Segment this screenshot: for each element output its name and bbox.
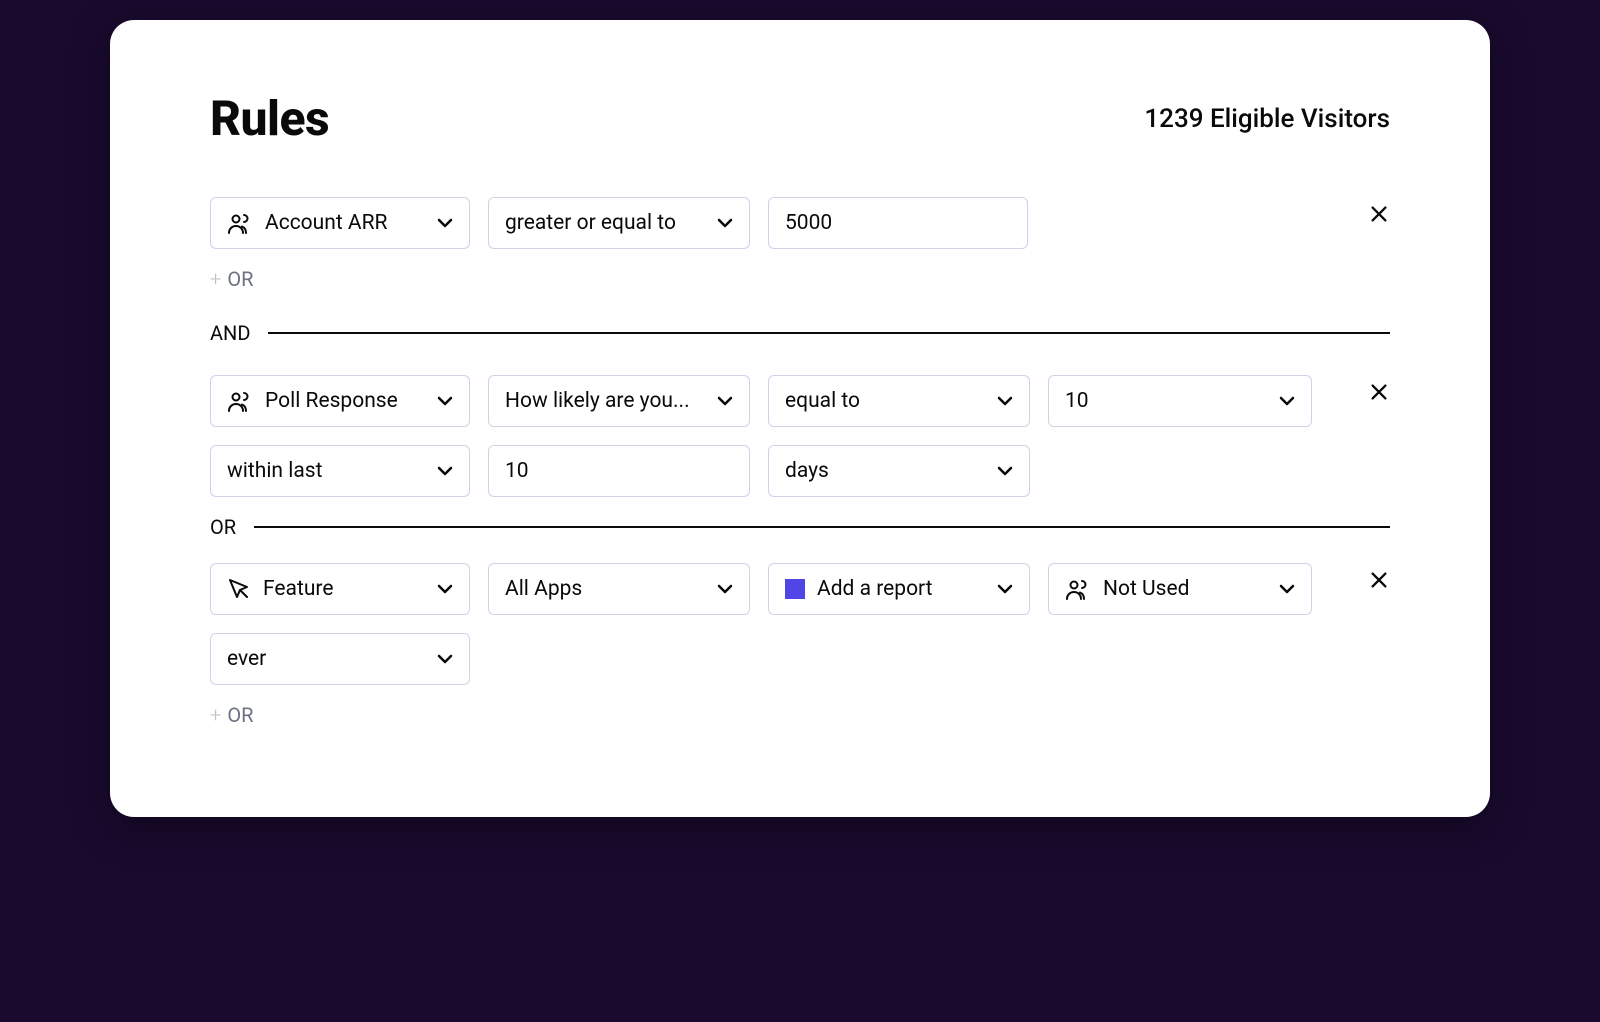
time-unit-selector[interactable]: days	[768, 445, 1030, 497]
operator-selector[interactable]: equal to	[768, 375, 1030, 427]
field-selector[interactable]: Poll Response	[210, 375, 470, 427]
field-label: Feature	[263, 577, 425, 601]
and-label: AND	[210, 321, 250, 345]
remove-rule-button[interactable]	[1368, 203, 1390, 225]
time-value-label: 10	[505, 459, 733, 483]
feature-label: Add a report	[817, 577, 985, 601]
rules-card: Rules 1239 Eligible Visitors Account ARR…	[110, 20, 1490, 817]
remove-rule-button[interactable]	[1368, 569, 1390, 591]
chevron-down-icon	[997, 466, 1013, 476]
or-label: OR	[210, 515, 236, 539]
status-label: Not Used	[1103, 577, 1267, 601]
rule-group-1: Account ARR greater or equal to 5000 + O…	[210, 197, 1390, 291]
divider-line	[254, 526, 1390, 528]
time-op-label: within last	[227, 459, 425, 483]
close-icon	[1368, 381, 1390, 403]
chevron-down-icon	[437, 654, 453, 664]
chevron-down-icon	[997, 584, 1013, 594]
time-operator-selector[interactable]: within last	[210, 445, 470, 497]
rule-row: Feature All Apps Add a report	[210, 563, 1390, 615]
time-op-label: ever	[227, 647, 425, 671]
rule-row: ever	[210, 633, 1390, 685]
time-value-input[interactable]: 10	[488, 445, 750, 497]
value-label: 5000	[785, 211, 1011, 235]
operator-label: greater or equal to	[505, 211, 705, 235]
chevron-down-icon	[437, 584, 453, 594]
visitors-count: 1239 Eligible Visitors	[1144, 104, 1390, 134]
chevron-down-icon	[997, 396, 1013, 406]
field-label: Account ARR	[265, 211, 425, 235]
rule-row: within last 10 days	[210, 445, 1390, 497]
plus-icon: +	[210, 267, 221, 291]
time-operator-selector[interactable]: ever	[210, 633, 470, 685]
chevron-down-icon	[437, 466, 453, 476]
close-icon	[1368, 203, 1390, 225]
value-label: 10	[1065, 389, 1267, 413]
chevron-down-icon	[717, 396, 733, 406]
divider-line	[268, 332, 1390, 334]
chevron-down-icon	[437, 218, 453, 228]
remove-rule-button[interactable]	[1368, 381, 1390, 403]
people-icon	[227, 212, 253, 234]
people-icon	[1065, 578, 1091, 600]
value-input[interactable]: 5000	[768, 197, 1028, 249]
or-divider: OR	[210, 515, 1390, 539]
field-selector[interactable]: Feature	[210, 563, 470, 615]
color-swatch	[785, 579, 805, 599]
feature-selector[interactable]: Add a report	[768, 563, 1030, 615]
operator-label: equal to	[785, 389, 985, 413]
add-or-button[interactable]: + OR	[210, 703, 1390, 727]
operator-selector[interactable]: greater or equal to	[488, 197, 750, 249]
plus-icon: +	[210, 703, 221, 727]
close-icon	[1368, 569, 1390, 591]
people-icon	[227, 390, 253, 412]
chevron-down-icon	[1279, 396, 1295, 406]
chevron-down-icon	[717, 584, 733, 594]
status-selector[interactable]: Not Used	[1048, 563, 1312, 615]
add-or-button[interactable]: + OR	[210, 267, 1390, 291]
chevron-down-icon	[717, 218, 733, 228]
rule-group-2a: Poll Response How likely are you... equa…	[210, 375, 1390, 497]
scope-label: All Apps	[505, 577, 705, 601]
field-label: Poll Response	[265, 389, 425, 413]
scope-selector[interactable]: All Apps	[488, 563, 750, 615]
or-label: OR	[227, 267, 253, 291]
question-selector[interactable]: How likely are you...	[488, 375, 750, 427]
chevron-down-icon	[1279, 584, 1295, 594]
value-selector[interactable]: 10	[1048, 375, 1312, 427]
cursor-icon	[227, 577, 251, 601]
question-label: How likely are you...	[505, 389, 705, 413]
or-label: OR	[227, 703, 253, 727]
header: Rules 1239 Eligible Visitors	[210, 90, 1390, 147]
page-title: Rules	[210, 90, 329, 147]
rule-group-2b: Feature All Apps Add a report	[210, 563, 1390, 727]
chevron-down-icon	[437, 396, 453, 406]
time-unit-label: days	[785, 459, 985, 483]
field-selector[interactable]: Account ARR	[210, 197, 470, 249]
and-divider: AND	[210, 321, 1390, 345]
rule-row: Account ARR greater or equal to 5000	[210, 197, 1390, 249]
rule-row: Poll Response How likely are you... equa…	[210, 375, 1390, 427]
